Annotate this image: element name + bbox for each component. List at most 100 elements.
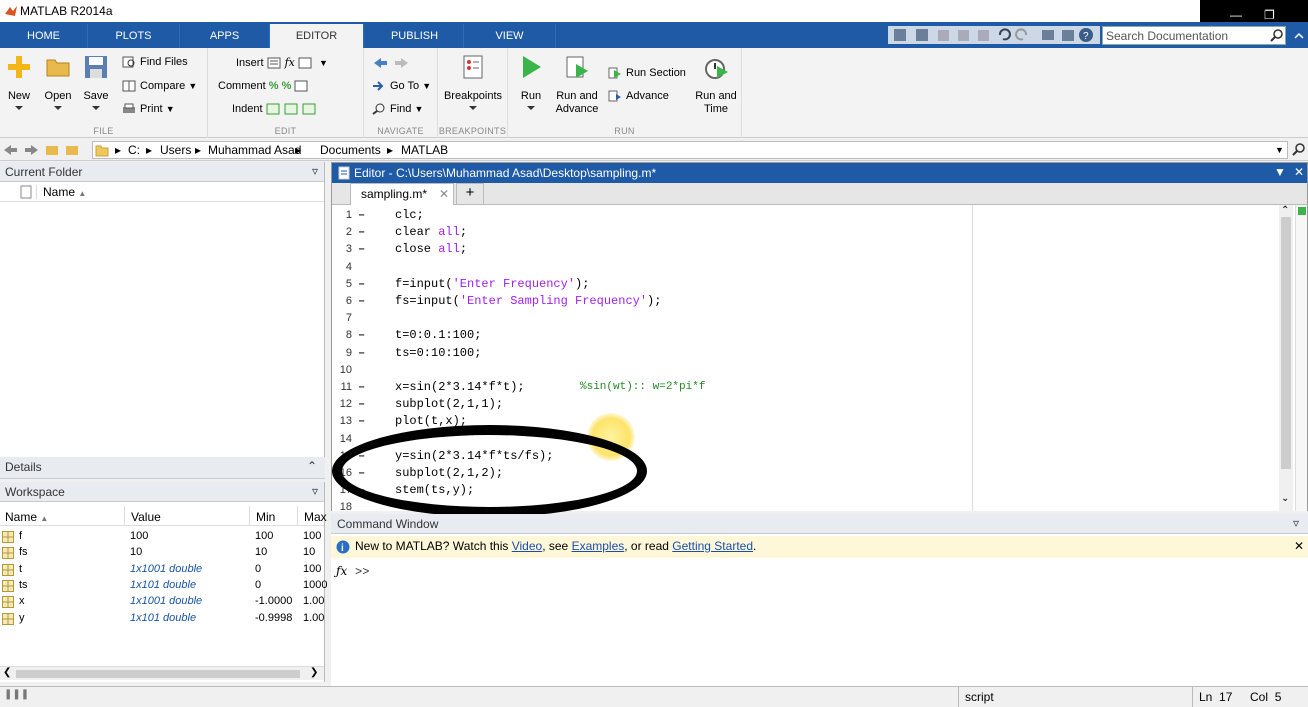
close-banner-icon[interactable]: ✕ [1294,539,1304,553]
getting-started-link[interactable]: Getting Started [672,539,753,553]
command-input-area[interactable]: ƒx >> [331,560,1308,684]
function-icon[interactable] [298,57,312,69]
ws-col-name[interactable]: Name ▲ [5,510,48,524]
breakpoint-marker[interactable]: – [358,346,365,360]
path-dropdown-icon[interactable]: ▼ [1275,145,1284,155]
details-panel-header[interactable]: Details ⌃ [0,457,325,479]
code-line[interactable]: subplot(2,1,1); [395,397,503,411]
breakpoint-marker[interactable]: – [358,208,365,222]
go-to-button[interactable]: Go To ▼ [372,80,431,92]
resize-grip-icon[interactable]: ❚❚❚ [4,689,29,700]
scroll-right-icon[interactable]: ❯ [310,667,318,678]
tab-apps[interactable]: APPS [180,24,270,48]
find-files-button[interactable]: Find Files [122,56,188,68]
breakpoint-marker[interactable]: – [358,294,365,308]
panel-menu-icon[interactable]: ▿ [312,484,318,498]
breakpoint-marker[interactable]: – [358,328,365,342]
minimize-icon[interactable]: — [1230,8,1242,22]
table-row[interactable]: t 1x1001 double 0 100 [0,562,325,578]
tab-plots[interactable]: PLOTS [88,24,180,48]
table-row[interactable]: fs 10 10 10 [0,545,325,561]
comment-button[interactable]: Comment % % [218,80,312,92]
crumb-users[interactable]: Users [160,143,191,157]
code-line[interactable]: ts=0:10:100; [395,346,481,360]
new-button[interactable]: New [2,54,36,110]
run-and-advance-button[interactable]: Run and Advance [552,54,602,116]
crumb-matlab[interactable]: MATLAB [401,143,448,157]
percent-icon[interactable]: % [269,80,279,92]
scrollbar-thumb[interactable] [16,670,300,678]
breakpoint-marker[interactable]: – [358,277,365,291]
open-button[interactable]: Open [40,54,76,110]
run-button[interactable]: Run [514,54,548,110]
compare-button[interactable]: Compare ▼ [122,80,197,92]
editor-menu-icon[interactable]: ▼ [1274,165,1286,179]
code-line[interactable]: f=input('Enter Frequency'); [395,277,589,291]
code-area[interactable]: 1– clc; 2– clear all; 3– close all; 4 5– f=input… [332,205,1307,517]
breakpoint-marker[interactable]: – [358,414,365,428]
wrap-comments-icon[interactable] [294,80,308,92]
restore-icon[interactable]: ❐ [1264,8,1275,22]
ws-col-min[interactable]: Min [249,506,281,526]
indent-button[interactable]: Indent [232,103,320,115]
code-line[interactable]: t=0:0.1:100; [395,328,481,342]
function-browser-icon[interactable]: ƒx [336,564,347,578]
advance-button[interactable]: Advance [608,90,669,102]
scroll-down-icon[interactable]: ⌄ [1281,493,1289,505]
crumb-drive[interactable]: C: [128,143,140,157]
tab-view[interactable]: VIEW [464,24,556,48]
scroll-up-icon[interactable]: ⌃ [1281,205,1289,217]
scroll-left-icon[interactable]: ❮ [3,667,11,678]
ws-col-value[interactable]: Value [124,506,167,526]
code-line[interactable]: fs=input('Enter Sampling Frequency'); [395,294,661,308]
decrease-indent-icon[interactable] [302,103,316,115]
breakpoints-button[interactable]: Breakpoints [442,54,504,110]
code-line[interactable]: x=sin(2*3.14*f*t); [395,380,525,394]
panel-menu-icon[interactable]: ▿ [1293,516,1299,530]
current-folder-path[interactable]: ▸ C: ▸ Users ▸ Muhammad Asad ▸ Documents… [92,141,1288,159]
table-row[interactable]: x 1x1001 double -1.0000 1.00 [0,594,325,610]
folder-nav-icons[interactable] [2,143,88,157]
code-line[interactable]: clear all; [395,225,467,239]
table-row[interactable]: f 100 100 100 [0,529,325,545]
smart-indent-icon[interactable] [266,103,280,115]
breakpoint-marker[interactable]: – [358,242,365,256]
table-row[interactable]: ts 1x101 double 0 1000 [0,578,327,594]
panel-menu-icon[interactable]: ▿ [312,164,318,178]
examples-link[interactable]: Examples [572,539,625,553]
new-tab-button[interactable]: + [456,183,484,205]
quick-access-icons[interactable]: ? [888,26,1100,44]
back-forward-icon[interactable] [372,56,412,70]
close-tab-icon[interactable]: ✕ [439,187,449,201]
tab-home[interactable]: HOME [0,24,88,48]
search-documentation-input[interactable]: Search Documentation [1102,26,1286,45]
save-button[interactable]: Save [78,54,114,110]
name-column-header[interactable]: Name ▲ [36,185,86,199]
fx-icon[interactable]: fx [285,56,295,69]
crumb-documents[interactable]: Documents [320,143,381,157]
code-analyzer-status-icon[interactable] [1298,207,1306,215]
breakpoint-marker[interactable]: – [358,225,365,239]
ws-col-max[interactable]: Max [297,506,333,526]
tab-publish[interactable]: PUBLISH [366,24,464,48]
crumb-user[interactable]: Muhammad Asad [208,143,301,157]
code-line[interactable]: close all; [395,242,467,256]
run-section-button[interactable]: Run Section [608,67,686,79]
editor-vertical-scrollbar[interactable]: ⌃ ⌄ [1279,205,1293,511]
increase-indent-icon[interactable] [284,103,298,115]
breakpoint-marker[interactable]: – [358,397,365,411]
find-button[interactable]: Find ▼ [372,103,423,115]
tab-sampling-m[interactable]: sampling.m* ✕ [350,183,454,205]
uncomment-icon[interactable]: % [282,80,292,92]
expand-icon[interactable]: ⌃ [307,459,317,473]
close-editor-icon[interactable]: ✕ [1294,165,1304,179]
breakpoint-marker[interactable]: – [358,380,365,394]
code-line[interactable]: clc; [395,208,424,222]
table-row[interactable]: y 1x101 double -0.9998 1.00 [0,611,325,627]
scrollbar-thumb[interactable] [1281,217,1291,469]
workspace-horizontal-scrollbar[interactable]: ❮ ❯ [0,666,324,680]
search-folder-icon[interactable] [1292,143,1306,157]
run-and-time-button[interactable]: Run and Time [694,54,738,116]
print-button[interactable]: Print ▼ [122,103,175,115]
video-link[interactable]: Video [512,539,542,553]
